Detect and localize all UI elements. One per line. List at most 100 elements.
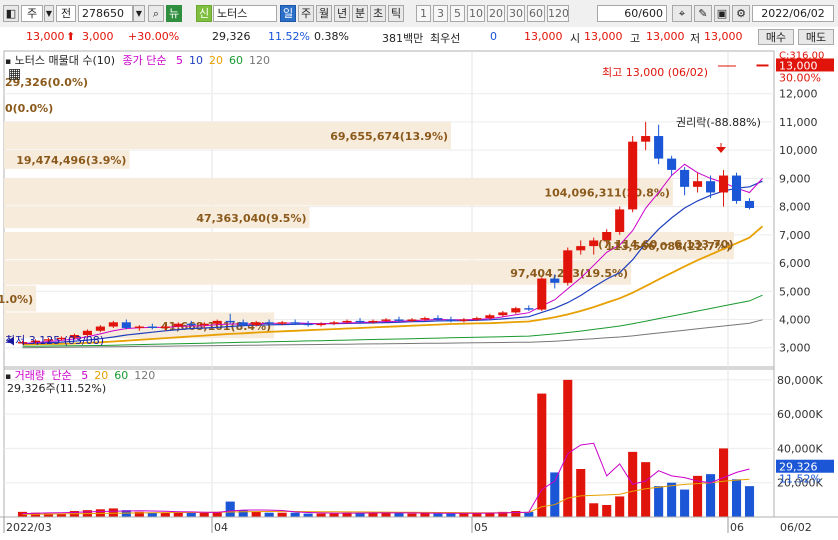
volume-ma-legend-120[interactable]: 120 bbox=[134, 369, 155, 382]
candle-body bbox=[744, 200, 755, 208]
period-tab-5[interactable]: 초 bbox=[370, 5, 386, 22]
rights-note: 권리락(-88.88%) bbox=[676, 116, 761, 129]
candle-body bbox=[446, 319, 456, 321]
price-tick-label: 7,000 bbox=[779, 229, 811, 242]
volume-bar bbox=[654, 486, 664, 517]
price-tick-label: 8,000 bbox=[779, 201, 811, 214]
candle-body bbox=[420, 318, 430, 320]
volume-bar bbox=[290, 512, 300, 517]
save-icon[interactable]: ▣ bbox=[714, 5, 730, 22]
candle-body bbox=[303, 323, 313, 326]
ma-legend-20[interactable]: 20 bbox=[209, 54, 223, 67]
volume-bar bbox=[602, 505, 612, 517]
volume-profile-label: 69,655,674(13.9%) bbox=[330, 130, 448, 143]
volume-bar bbox=[576, 469, 586, 517]
up-arrow-icon: ⬆ bbox=[66, 30, 76, 43]
buy-button[interactable]: 매수 bbox=[758, 29, 794, 45]
volume-bar bbox=[731, 479, 742, 517]
candle-body bbox=[589, 240, 599, 247]
candle-body bbox=[186, 323, 196, 326]
period-tab-2[interactable]: 월 bbox=[316, 5, 332, 22]
candle-body bbox=[355, 320, 365, 323]
news-button[interactable]: 뉴 bbox=[166, 5, 182, 22]
settings-icon[interactable]: ⚙ bbox=[732, 5, 750, 22]
candle-body bbox=[524, 308, 534, 310]
calculator-icon[interactable]: ▦ bbox=[8, 66, 21, 82]
candle-body bbox=[212, 320, 222, 324]
interval-tab-5[interactable]: 5 bbox=[450, 5, 465, 22]
draw-tool-icon[interactable]: ✎ bbox=[694, 5, 712, 22]
candle-body bbox=[680, 169, 690, 187]
quote-bar: 13,000 ⬆ 3,000 +30.00% 29,326 11.52% 0.3… bbox=[0, 27, 838, 48]
period-tab-4[interactable]: 분 bbox=[352, 5, 368, 22]
volume-bar bbox=[160, 512, 170, 517]
period-tab-0[interactable]: 일 bbox=[280, 5, 296, 22]
volume-bar bbox=[264, 512, 274, 517]
candle-body bbox=[95, 326, 105, 331]
period-tab-1[interactable]: 주 bbox=[298, 5, 314, 22]
price-tick-label: 9,000 bbox=[779, 172, 811, 185]
sell-button[interactable]: 매도 bbox=[798, 29, 834, 45]
ma-legend-60[interactable]: 60 bbox=[229, 54, 243, 67]
volume-bar bbox=[446, 513, 456, 517]
candle-body bbox=[485, 315, 495, 319]
mode-select[interactable]: 주 bbox=[21, 5, 43, 22]
volume-ratio: 0.38% bbox=[314, 30, 349, 43]
interval-tab-20[interactable]: 20 bbox=[487, 5, 505, 22]
volume-value-label: 29,326주(11.52%) bbox=[7, 382, 107, 395]
candle-body bbox=[342, 320, 352, 323]
volume-bar bbox=[680, 489, 690, 517]
ma-legend-10[interactable]: 10 bbox=[189, 54, 203, 67]
candle-count-input[interactable]: 60/600 bbox=[597, 5, 667, 22]
volume-bar bbox=[693, 475, 703, 517]
date-input[interactable]: 2022/06/02 bbox=[752, 5, 834, 22]
volume-bar bbox=[329, 513, 339, 517]
open-label: 시 bbox=[570, 32, 581, 45]
ma-period-legend: 5 10 20 60 120 bbox=[170, 54, 270, 67]
search-icon[interactable]: ⌕ bbox=[148, 5, 164, 22]
top-axis-hint: C:316.00 bbox=[779, 50, 824, 61]
ma-legend-120[interactable]: 120 bbox=[249, 54, 270, 67]
mode-dropdown-icon[interactable]: ▼ bbox=[44, 5, 54, 22]
price-tick-label: 11,000 bbox=[779, 116, 818, 129]
volume-bar bbox=[199, 512, 209, 517]
period-tab-6[interactable]: 틱 bbox=[388, 5, 404, 22]
candle-body bbox=[238, 322, 248, 326]
interval-tab-3[interactable]: 3 bbox=[433, 5, 448, 22]
interval-tab-30[interactable]: 30 bbox=[507, 5, 525, 22]
candle-body bbox=[121, 322, 131, 328]
volume-ma-legend-60[interactable]: 60 bbox=[114, 369, 128, 382]
volume-profile-legend[interactable]: 노터스 매물대 수(10) bbox=[15, 54, 115, 67]
date-tick-label: 2022/03 bbox=[6, 521, 52, 534]
candle-body bbox=[290, 322, 300, 324]
new-listing-badge: 신 bbox=[196, 5, 212, 22]
stock-code-input[interactable]: 278650 bbox=[78, 5, 133, 22]
ma-legend-5[interactable]: 5 bbox=[176, 54, 183, 67]
candle-body bbox=[251, 322, 261, 326]
market-select[interactable]: 전 bbox=[56, 5, 76, 22]
volume-tick-label: 60,000K bbox=[777, 408, 823, 421]
volume-bar bbox=[589, 503, 599, 517]
high-label: 고 bbox=[630, 32, 641, 45]
price-legend: ▪ 노터스 매물대 수(10) 종가 단순 5 10 20 60 120 bbox=[5, 52, 270, 68]
candle-body bbox=[173, 323, 183, 327]
window-icon[interactable]: ◧ bbox=[3, 5, 19, 22]
interval-tab-10[interactable]: 10 bbox=[467, 5, 485, 22]
interval-tab-60[interactable]: 60 bbox=[527, 5, 545, 22]
volume-bar bbox=[615, 496, 625, 517]
period-tab-3[interactable]: 년 bbox=[334, 5, 350, 22]
interval-tab-120[interactable]: 120 bbox=[547, 5, 569, 22]
crosshair-icon[interactable]: ⌖ bbox=[672, 5, 692, 22]
candle-body bbox=[654, 136, 664, 159]
volume-bar bbox=[225, 501, 235, 517]
code-dropdown-icon[interactable]: ▼ bbox=[133, 5, 145, 22]
candle-body bbox=[511, 308, 521, 313]
interval-tab-1[interactable]: 1 bbox=[416, 5, 431, 22]
candle-body bbox=[693, 181, 703, 187]
candle-body bbox=[381, 319, 391, 321]
price-tick-label: 4,000 bbox=[779, 313, 811, 326]
price-tag-pct: 30.00% bbox=[779, 71, 821, 84]
change-amount: 3,000 bbox=[82, 30, 114, 43]
high-price: 13,000 bbox=[646, 30, 685, 43]
ma-legend-label[interactable]: 종가 단순 bbox=[123, 54, 167, 67]
